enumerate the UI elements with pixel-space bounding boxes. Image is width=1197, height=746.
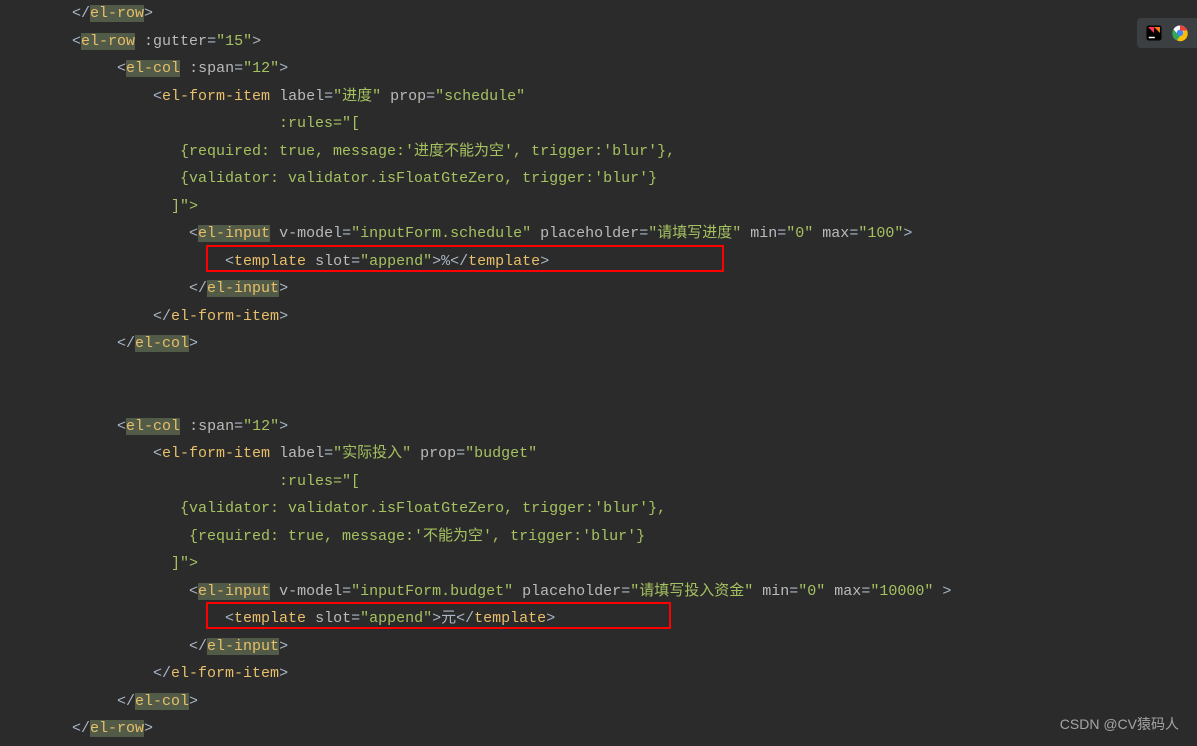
intellij-icon[interactable] <box>1143 22 1165 44</box>
code-editor-view[interactable]: </el-row><el-row :gutter="15"> <el-col :… <box>0 0 1197 743</box>
ide-toolbar <box>1137 18 1197 48</box>
chrome-icon[interactable] <box>1169 22 1191 44</box>
watermark-text: CSDN @CV猿码人 <box>1060 711 1179 739</box>
